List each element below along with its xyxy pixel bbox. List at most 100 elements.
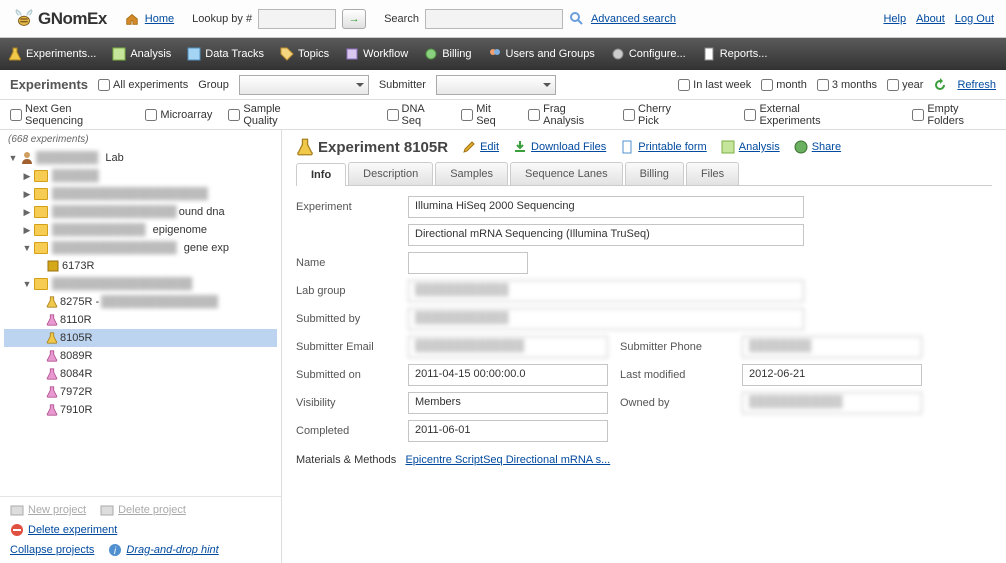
flask-icon (46, 350, 58, 362)
home-icon (125, 12, 139, 26)
tree-folder[interactable]: ▶████████████████████ (4, 185, 277, 203)
tag-icon (280, 47, 294, 61)
experiment-count: (668 experiments) (0, 130, 281, 147)
tab-seqlanes[interactable]: Sequence Lanes (510, 162, 623, 185)
menu-experiments[interactable]: Experiments... (8, 47, 96, 61)
menu-configure[interactable]: Configure... (611, 47, 686, 61)
flask-icon (46, 368, 58, 380)
tree-item-7910[interactable]: 7910R (4, 401, 277, 419)
folder-icon (34, 188, 48, 200)
lookup-input[interactable] (258, 9, 336, 29)
drag-drop-hint[interactable]: iDrag-and-drop hint (108, 543, 218, 557)
menu-billing[interactable]: Billing (424, 47, 471, 61)
group-label: Group (198, 79, 229, 91)
flask-icon (296, 138, 314, 156)
analysis-button[interactable]: Analysis (721, 140, 780, 154)
menu-analysis[interactable]: Analysis (112, 47, 171, 61)
tab-files[interactable]: Files (686, 162, 739, 185)
visibility-label: Visibility (296, 397, 396, 409)
empty-checkbox[interactable]: Empty Folders (912, 103, 996, 127)
completed-label: Completed (296, 425, 396, 437)
tree-item-8105[interactable]: 8105R (4, 329, 277, 347)
search-icon[interactable] (569, 11, 585, 27)
tab-info[interactable]: Info (296, 163, 346, 186)
completed-value: 2011-06-01 (408, 420, 608, 442)
refresh-icon (933, 78, 947, 92)
gear-icon (611, 47, 625, 61)
microarray-checkbox[interactable]: Microarray (145, 109, 212, 121)
menu-users[interactable]: Users and Groups (488, 47, 595, 61)
project-tree[interactable]: ▼████████ Lab ▶██████ ▶█████████████████… (0, 147, 281, 496)
materials-link[interactable]: Epicentre ScriptSeq Directional mRNA s..… (405, 454, 610, 466)
detail-tabs: Info Description Samples Sequence Lanes … (296, 162, 992, 186)
document-icon (620, 140, 634, 154)
lastweek-checkbox[interactable]: In last week (678, 79, 751, 91)
tree-folder[interactable]: ▼████████████████ gene exp (4, 239, 277, 257)
menubar: Experiments... Analysis Data Tracks Topi… (0, 38, 1006, 70)
flask-icon (46, 332, 58, 344)
submittedby-label: Submitted by (296, 313, 396, 325)
share-button[interactable]: Share (794, 140, 841, 154)
tree-folder[interactable]: ▼██████████████████ (4, 275, 277, 293)
edit-button[interactable]: Edit (462, 140, 499, 154)
external-checkbox[interactable]: External Experiments (744, 103, 860, 127)
folder-icon (34, 242, 48, 254)
submittedon-value: 2011-04-15 00:00:00.0 (408, 364, 608, 386)
search-input[interactable] (425, 9, 563, 29)
modified-label: Last modified (620, 369, 730, 381)
workflow-icon (345, 47, 359, 61)
tree-folder[interactable]: ▶██████ (4, 167, 277, 185)
download-button[interactable]: Download Files (513, 140, 606, 154)
delete-experiment-button[interactable]: Delete experiment (10, 523, 117, 537)
delete-project-button[interactable]: Delete project (100, 503, 186, 517)
printable-button[interactable]: Printable form (620, 140, 706, 154)
name-label: Name (296, 257, 396, 269)
flask-icon (46, 386, 58, 398)
tree-item-8110[interactable]: 8110R (4, 311, 277, 329)
tree-item-6173[interactable]: 6173R (4, 257, 277, 275)
menu-topics[interactable]: Topics (280, 47, 329, 61)
tree-item-8275[interactable]: 8275R - ███████████████ (4, 293, 277, 311)
new-project-button[interactable]: New project (10, 503, 86, 517)
home-link[interactable]: Home (145, 13, 174, 25)
lookup-go-button[interactable]: → (342, 9, 366, 29)
month-checkbox[interactable]: month (761, 79, 807, 91)
dnaseq-checkbox[interactable]: DNA Seq (387, 103, 446, 127)
about-link[interactable]: About (916, 13, 945, 25)
menu-reports[interactable]: Reports... (702, 47, 768, 61)
cherry-checkbox[interactable]: Cherry Pick (623, 103, 693, 127)
visibility-value: Members (408, 392, 608, 414)
mitseq-checkbox[interactable]: Mit Seq (461, 103, 512, 127)
folder-icon (34, 224, 48, 236)
refresh-link[interactable]: Refresh (957, 79, 996, 91)
submitter-combo[interactable] (436, 75, 556, 95)
menu-workflow[interactable]: Workflow (345, 47, 408, 61)
datatracks-icon (187, 47, 201, 61)
submittedon-label: Submitted on (296, 369, 396, 381)
logout-link[interactable]: Log Out (955, 13, 994, 25)
tree-item-8089[interactable]: 8089R (4, 347, 277, 365)
tree-folder[interactable]: ▶████████████ epigenome (4, 221, 277, 239)
frag-checkbox[interactable]: Frag Analysis (528, 103, 607, 127)
tree-item-7972[interactable]: 7972R (4, 383, 277, 401)
tab-description[interactable]: Description (348, 162, 433, 185)
menu-datatracks[interactable]: Data Tracks (187, 47, 264, 61)
tab-samples[interactable]: Samples (435, 162, 508, 185)
all-experiments-checkbox[interactable]: All experiments (98, 79, 188, 91)
group-combo[interactable] (239, 75, 369, 95)
email-value: ██████████████ (408, 336, 608, 358)
globe-icon (794, 140, 808, 154)
sample-quality-checkbox[interactable]: Sample Quality (228, 103, 315, 127)
tree-lab-node[interactable]: ▼████████ Lab (4, 149, 277, 167)
tab-billing[interactable]: Billing (625, 162, 684, 185)
help-link[interactable]: Help (883, 13, 906, 25)
3months-checkbox[interactable]: 3 months (817, 79, 877, 91)
advanced-search-link[interactable]: Advanced search (591, 13, 676, 25)
chip-icon (46, 259, 60, 273)
tree-item-8084[interactable]: 8084R (4, 365, 277, 383)
ngs-checkbox[interactable]: Next Gen Sequencing (10, 103, 129, 127)
tree-folder[interactable]: ▶████████████████ound dna (4, 203, 277, 221)
collapse-projects-link[interactable]: Collapse projects (10, 544, 94, 556)
year-checkbox[interactable]: year (887, 79, 923, 91)
info-icon: i (108, 543, 122, 557)
